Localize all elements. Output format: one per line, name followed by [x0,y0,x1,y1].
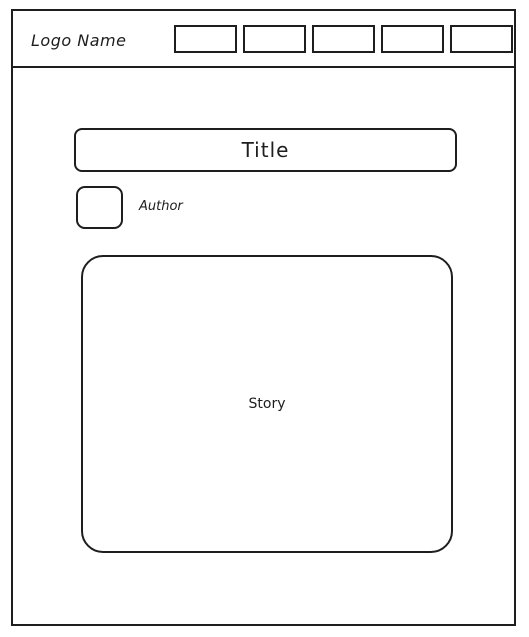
author-name[interactable]: Author [139,199,183,214]
nav-item-5[interactable] [450,25,513,53]
page-frame: Logo Name Title Author Story [11,9,516,626]
story-content: Story [81,255,453,553]
nav-item-2[interactable] [243,25,306,53]
post-title: Title [74,128,457,172]
author-avatar[interactable] [76,186,123,229]
nav-item-1[interactable] [174,25,237,53]
logo-name[interactable]: Logo Name [31,31,126,50]
nav-item-3[interactable] [312,25,375,53]
nav-item-4[interactable] [381,25,444,53]
header: Logo Name [13,11,514,68]
